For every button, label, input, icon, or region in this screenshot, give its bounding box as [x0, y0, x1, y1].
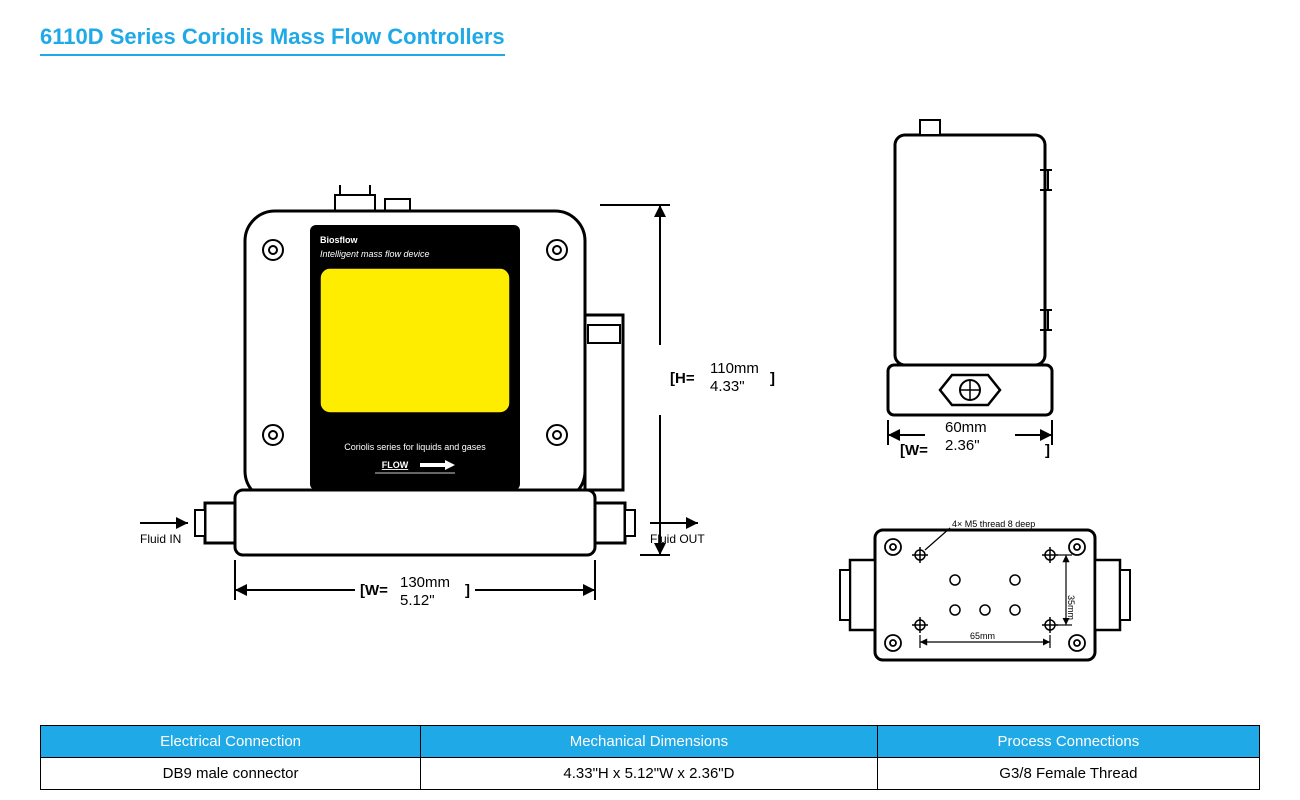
dim-65: 65mm: [970, 631, 995, 641]
td-process: G3/8 Female Thread: [877, 758, 1259, 790]
side-w-mm: 60mm: [945, 419, 987, 436]
w-suffix-front: ]: [465, 582, 470, 599]
h-suffix-front: ]: [770, 370, 775, 387]
side-w-suffix: ]: [1045, 442, 1050, 459]
td-mechanical: 4.33"H x 5.12"W x 2.36"D: [421, 758, 878, 790]
side-w-prefix: [W=: [900, 442, 928, 459]
side-w-in: 2.36": [945, 437, 980, 454]
tagline-text: Intelligent mass flow device: [320, 249, 430, 259]
brand-text: Biosflow: [320, 235, 358, 245]
h-in-front: 4.33": [710, 378, 745, 395]
flow-text: FLOW: [382, 460, 409, 470]
front-view: Biosflow Intelligent mass flow device Co…: [140, 115, 780, 645]
fluid-out-label: Fluid OUT: [650, 532, 705, 546]
w-mm-front: 130mm: [400, 574, 450, 591]
bottom-view: 4× M5 thread 8 deep 65mm 35mm: [820, 500, 1150, 690]
series-text: Coriolis series for liquids and gases: [344, 442, 486, 452]
page-title: 6110D Series Coriolis Mass Flow Controll…: [40, 24, 505, 56]
th-process: Process Connections: [877, 726, 1259, 758]
h-prefix-front: [H=: [670, 370, 695, 387]
spec-table: Electrical Connection Mechanical Dimensi…: [40, 725, 1260, 790]
diagram-area: Biosflow Intelligent mass flow device Co…: [40, 100, 1260, 690]
td-electrical: DB9 male connector: [41, 758, 421, 790]
h-mm-front: 110mm: [710, 360, 759, 377]
thread-note: 4× M5 thread 8 deep: [952, 519, 1035, 529]
w-in-front: 5.12": [400, 592, 435, 609]
th-mechanical: Mechanical Dimensions: [421, 726, 878, 758]
dim-35: 35mm: [1066, 595, 1076, 620]
side-view: [W= 60mm 2.36" ]: [840, 110, 1120, 470]
th-electrical: Electrical Connection: [41, 726, 421, 758]
fluid-in-label: Fluid IN: [140, 532, 181, 546]
w-prefix-front: [W=: [360, 582, 388, 599]
